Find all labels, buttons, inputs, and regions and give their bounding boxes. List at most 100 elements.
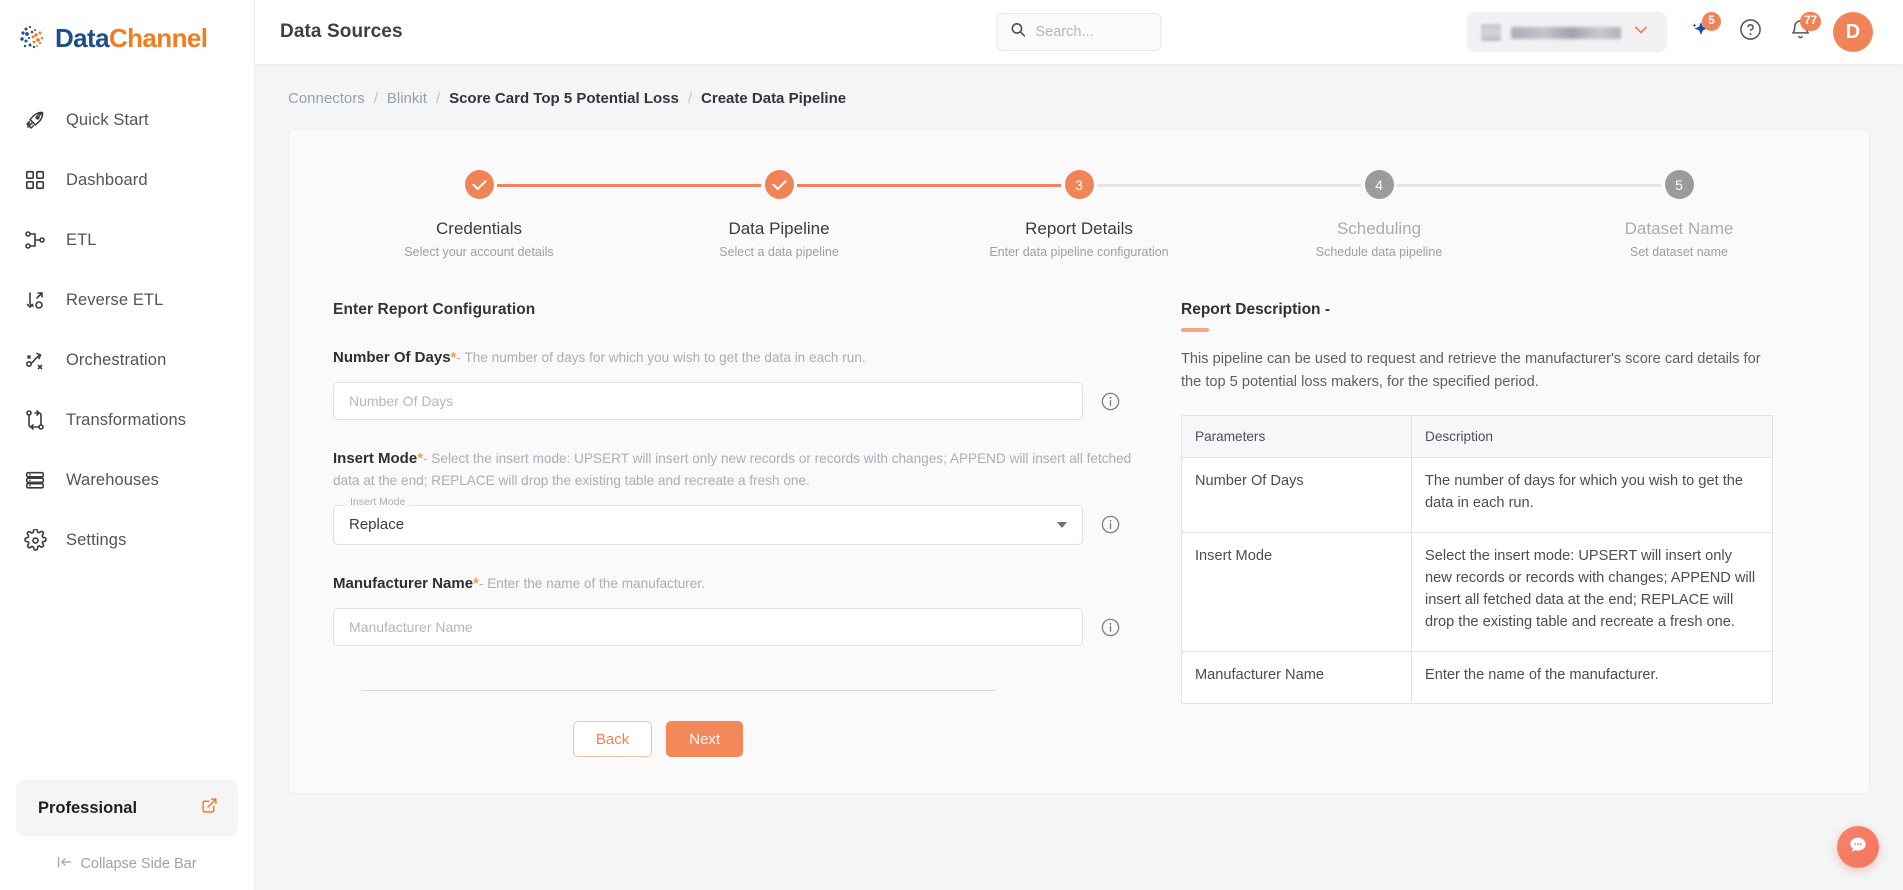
collapse-sidebar-button[interactable]: Collapse Side Bar [16,852,238,876]
info-icon[interactable] [1100,514,1121,535]
field-input-row: Manufacturer Name [333,608,1133,647]
question-circle-icon [1738,17,1763,47]
brand-wordmark: DataChannel [55,23,208,53]
step-subtitle: Select a data pipeline [719,245,839,259]
cell-parameter: Insert Mode [1181,532,1412,652]
sidebar-item-etl[interactable]: ETL [0,218,254,262]
page-title: Data Sources [280,21,403,42]
step-credentials[interactable]: Credentials Select your account details [329,170,629,259]
brand-wordmark-part2: Channel [108,23,208,53]
step-subtitle: Select your account details [404,245,554,259]
report-description-text: This pipeline can be used to request and… [1181,351,1761,390]
step-connector-left [1229,184,1361,187]
sidebar-item-orchestration[interactable]: Orchestration [0,338,254,382]
sidebar-item-warehouses[interactable]: Warehouses [0,458,254,502]
sidebar-item-transformations[interactable]: Transformations [0,398,254,442]
step-indicator: 4 [1364,170,1394,199]
sidebar-item-reverse-etl[interactable]: Reverse ETL [0,278,254,322]
info-icon[interactable] [1100,391,1121,412]
sidebar: DataChannel Quick Start Dashboard ETL Re… [0,0,255,890]
back-button[interactable]: Back [572,721,653,758]
insert-mode-select[interactable]: Replace [333,504,1083,545]
plan-label: Professional [38,798,138,817]
topbar-actions: 5 77 D [1467,12,1873,52]
warehouse-icon [22,467,48,493]
step-indicator [764,170,794,199]
account-thumbnail [1481,23,1501,41]
breadcrumb-item-create-pipeline: Create Data Pipeline [701,90,847,107]
app-root: DataChannel Quick Start Dashboard ETL Re… [0,0,1903,890]
breadcrumb: Connectors / Blinkit / Score Card Top 5 … [255,64,1903,107]
chevron-down-icon[interactable] [1631,20,1651,45]
step-indicator [464,170,494,199]
sidebar-item-settings[interactable]: Settings [0,518,254,562]
cell-parameter: Manufacturer Name [1181,651,1412,704]
sidebar-item-quick-start[interactable]: Quick Start [0,98,254,142]
breadcrumb-item-connectors[interactable]: Connectors [288,90,365,107]
cell-description: The number of days for which you wish to… [1411,457,1773,533]
step-dataset-name[interactable]: 5 Dataset Name Set dataset name [1529,170,1829,259]
step-scheduling[interactable]: 4 Scheduling Schedule data pipeline [1229,170,1529,259]
cell-parameter: Number Of Days [1181,457,1412,533]
next-button[interactable]: Next [666,721,744,758]
step-connector-right [797,184,929,187]
sidebar-item-dashboard[interactable]: Dashboard [0,158,254,202]
field-label-text: Number Of Days [333,349,451,366]
step-report-details[interactable]: 3 Report Details Enter data pipeline con… [929,170,1229,259]
check-icon [471,175,487,191]
check-icon [771,175,787,191]
account-selector[interactable] [1467,12,1667,52]
wizard-stepper: Credentials Select your account details … [289,130,1869,259]
plan-card[interactable]: Professional [16,780,238,836]
field-input-row: Insert Mode Replace [333,497,1133,545]
field-hint: - Select the insert mode: UPSERT will in… [333,451,1132,488]
manufacturer-name-input[interactable]: Manufacturer Name [333,608,1083,647]
ai-assistant-button[interactable]: 5 [1683,12,1721,49]
form-section-title: Enter Report Configuration [333,301,536,318]
report-description-panel: Report Description - This pipeline can b… [1173,301,1825,757]
external-link-icon[interactable] [201,797,218,819]
insert-mode-float-label: Insert Mode [345,497,411,508]
help-button[interactable] [1733,15,1767,49]
step-title: Report Details [1025,219,1133,238]
sidebar-item-label: Dashboard [66,170,148,189]
brand-logo[interactable]: DataChannel [0,0,254,76]
orchestration-icon [22,347,48,373]
step-subtitle: Enter data pipeline configuration [989,245,1169,259]
step-connector-left [1529,184,1661,187]
chat-bubble-icon [1847,834,1869,861]
table-body: Number Of Days The number of days for wh… [1181,457,1773,704]
ai-badge: 5 [1702,12,1721,31]
wizard-body: Enter Report Configuration Number Of Day… [289,259,1869,758]
field-label: Insert Mode*- Select the insert mode: UP… [333,448,1133,491]
number-of-days-input[interactable]: Number Of Days [333,382,1083,421]
step-data-pipeline[interactable]: Data Pipeline Select a data pipeline [629,170,929,259]
sidebar-item-label: ETL [66,230,97,249]
title-underline [1181,328,1209,332]
breadcrumb-item-blinkit[interactable]: Blinkit [387,90,427,107]
report-configuration-form: Enter Report Configuration Number Of Day… [333,301,1133,758]
reverse-etl-icon [22,287,48,313]
collapse-left-icon [57,855,73,873]
transformations-icon [22,407,48,433]
info-icon[interactable] [1100,617,1121,638]
breadcrumb-separator: / [435,90,441,107]
notifications-button[interactable]: 77 [1783,12,1821,49]
field-hint: - Enter the name of the manufacturer. [478,575,705,591]
field-number-of-days: Number Of Days*- The number of days for … [333,347,1133,421]
chat-support-button[interactable] [1837,826,1879,868]
field-insert-mode: Insert Mode*- Select the insert mode: UP… [333,448,1133,545]
insert-mode-select-wrapper: Insert Mode Replace [333,497,1083,545]
content: Connectors / Blinkit / Score Card Top 5 … [255,64,1903,890]
step-connector-right [1097,184,1229,187]
field-input-row: Number Of Days [333,382,1133,421]
breadcrumb-item-report[interactable]: Score Card Top 5 Potential Loss [449,90,679,107]
step-indicator: 3 [1064,170,1094,199]
avatar[interactable]: D [1833,12,1873,52]
form-divider [361,690,996,692]
search-input[interactable]: Search... [996,13,1162,51]
parameters-table: Parameters Description Number Of Days Th… [1181,415,1773,705]
sidebar-nav: Quick Start Dashboard ETL Reverse ETL Or… [0,98,254,562]
insert-mode-value: Replace [349,516,405,534]
gear-icon [22,527,48,553]
